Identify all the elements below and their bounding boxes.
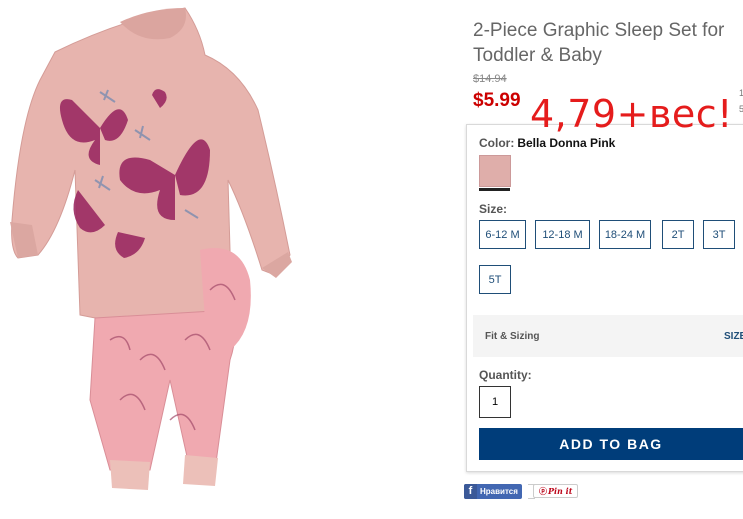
facebook-like-label: Нравится bbox=[480, 487, 518, 496]
original-price: $14.94 bbox=[473, 73, 507, 85]
size-option-18-24m[interactable]: 18-24 M bbox=[599, 220, 651, 249]
product-image bbox=[10, 7, 292, 490]
size-label: Size: bbox=[479, 202, 508, 216]
pinterest-icon: ⓟ bbox=[539, 485, 547, 496]
color-label-text: Color: bbox=[479, 136, 515, 150]
facebook-icon: f bbox=[464, 484, 477, 499]
fit-sizing-bar: Fit & Sizing SIZE bbox=[473, 315, 743, 357]
price-annotation: 4,79+вес! bbox=[530, 92, 733, 136]
size-option-2t[interactable]: 2T bbox=[662, 220, 694, 249]
quantity-input[interactable] bbox=[479, 386, 511, 418]
pinterest-label: Pin it bbox=[548, 486, 573, 496]
fit-sizing-label: Fit & Sizing bbox=[485, 331, 540, 342]
size-option-12-18m[interactable]: 12-18 M bbox=[535, 220, 590, 249]
add-to-bag-button[interactable]: ADD TO BAG bbox=[479, 428, 743, 460]
size-option-5t[interactable]: 5T bbox=[479, 265, 511, 294]
pinterest-button[interactable]: ⓟ Pin it bbox=[533, 484, 579, 498]
color-swatch[interactable] bbox=[479, 155, 511, 187]
selected-swatch-indicator bbox=[479, 188, 510, 191]
size-option-3t[interactable]: 3T bbox=[703, 220, 735, 249]
color-label: Color: Bella Donna Pink bbox=[479, 136, 615, 150]
size-option-6-12m[interactable]: 6-12 M bbox=[479, 220, 526, 249]
quantity-label: Quantity: bbox=[479, 368, 532, 382]
facebook-like-button[interactable]: f Нравится bbox=[464, 484, 522, 499]
size-chart-link[interactable]: SIZE bbox=[724, 331, 743, 342]
sale-price: $5.99 bbox=[473, 90, 521, 111]
product-title: 2-Piece Graphic Sleep Set for Toddler & … bbox=[473, 20, 725, 66]
edge-fragment-1: 1 bbox=[739, 88, 743, 98]
color-value: Bella Donna Pink bbox=[517, 136, 616, 150]
edge-fragment-2: 5 bbox=[739, 104, 743, 114]
